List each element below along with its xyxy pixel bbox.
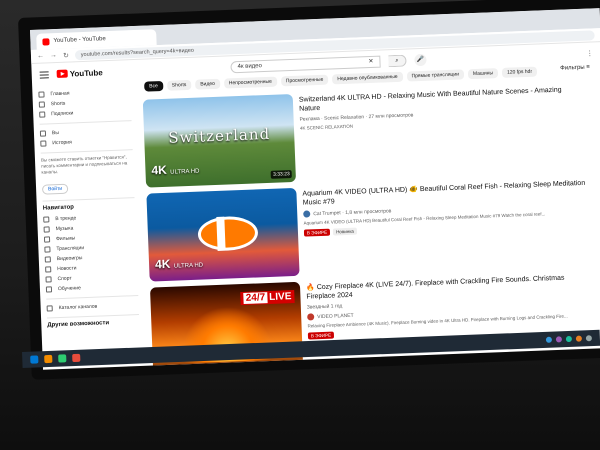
chip-all[interactable]: Все bbox=[144, 80, 164, 92]
header-right: ⋮ bbox=[586, 49, 593, 57]
signin-note: Вы сможете ставить отметки "Нравится", п… bbox=[40, 154, 128, 175]
youtube-play-icon bbox=[56, 69, 68, 79]
system-tray bbox=[545, 335, 593, 343]
reload-icon[interactable]: ↻ bbox=[63, 51, 69, 59]
music-icon bbox=[43, 226, 50, 233]
search-input[interactable]: 4к видео ✕ bbox=[230, 55, 381, 74]
chrome-icon[interactable] bbox=[72, 353, 81, 363]
chip-cars[interactable]: Машины bbox=[467, 68, 499, 80]
mic-icon[interactable]: 🎤 bbox=[414, 53, 427, 67]
start-icon[interactable] bbox=[30, 355, 39, 364]
more-icon[interactable]: ⋮ bbox=[586, 49, 593, 57]
avatar[interactable] bbox=[307, 313, 315, 321]
clear-icon[interactable]: ✕ bbox=[368, 57, 373, 67]
you-icon bbox=[39, 130, 47, 137]
video-row[interactable]: Switzerland 4K ULTRA HD 3:33:23 Switzerl… bbox=[142, 83, 586, 190]
clownfish-image bbox=[197, 215, 259, 252]
video-thumbnail[interactable]: 4K ULTRA HD bbox=[146, 187, 300, 282]
logo-text: YouTube bbox=[69, 67, 103, 79]
search-button[interactable]: ⌕ bbox=[388, 54, 407, 68]
avatar[interactable] bbox=[303, 210, 311, 218]
sidebar-item-learning[interactable]: Обучение bbox=[45, 281, 138, 295]
chip-live[interactable]: Прямые трансляции bbox=[406, 69, 465, 82]
add-icon bbox=[46, 305, 53, 312]
home-icon bbox=[38, 91, 45, 98]
section-title: Навигатор bbox=[42, 204, 75, 212]
shorts-icon bbox=[38, 101, 45, 108]
divider bbox=[47, 314, 140, 319]
chip-shorts[interactable]: Shorts bbox=[166, 79, 192, 91]
sidebar-item-subscriptions[interactable]: Подписки bbox=[39, 106, 131, 120]
divider bbox=[46, 295, 139, 300]
more-features-title: Другие возможности bbox=[47, 320, 110, 329]
browser-screen: YouTube - YouTube ← → ↻ youtube.com/resu… bbox=[30, 8, 600, 370]
history-icon bbox=[40, 140, 47, 147]
hamburger-menu-icon[interactable] bbox=[39, 70, 49, 79]
tray-icon[interactable] bbox=[575, 335, 583, 342]
youtube-logo[interactable]: YouTube bbox=[56, 67, 103, 79]
sidebar-item-history[interactable]: История bbox=[40, 135, 132, 149]
forward-icon[interactable]: → bbox=[50, 52, 57, 59]
sidebar: Главная Shorts Подписки Вы История Вы см… bbox=[32, 82, 147, 370]
live-badge: В ЭФИРЕ bbox=[303, 228, 331, 237]
youtube-favicon-icon bbox=[42, 37, 50, 46]
divider bbox=[42, 197, 135, 202]
chip-120fps[interactable]: 120 fps hdr bbox=[501, 66, 538, 78]
new-badge: Новинка bbox=[333, 227, 357, 236]
chip-recent[interactable]: Недавно опубликованные bbox=[332, 71, 403, 85]
thumbnail-title: Switzerland bbox=[167, 124, 271, 147]
trending-icon bbox=[43, 216, 50, 223]
app-icon[interactable] bbox=[58, 354, 67, 363]
sport-icon bbox=[45, 276, 52, 283]
thumbnail-live-badge: 24/7 LIVE bbox=[240, 290, 295, 306]
sidebar-item-channel-catalog[interactable]: Каталог каналов bbox=[46, 300, 139, 314]
firefox-icon[interactable] bbox=[44, 354, 53, 364]
tab-title: YouTube - YouTube bbox=[53, 36, 106, 45]
tray-icon[interactable] bbox=[555, 336, 563, 343]
games-icon bbox=[44, 256, 51, 263]
movies-icon bbox=[43, 236, 51, 243]
subscriptions-icon bbox=[39, 111, 46, 118]
tray-icon[interactable] bbox=[545, 336, 553, 343]
divider bbox=[40, 149, 133, 154]
back-icon[interactable]: ← bbox=[37, 52, 44, 59]
live-badge: В ЭФИРЕ bbox=[307, 331, 335, 340]
video-meta: Aquarium 4K VIDEO (ULTRA HD) 🐠 Beautiful… bbox=[302, 177, 589, 278]
divider bbox=[39, 120, 132, 125]
video-meta: Switzerland 4K ULTRA HD - Relaxing Music… bbox=[299, 83, 586, 184]
filters-button[interactable]: Фильтры ≡ bbox=[560, 65, 590, 72]
video-thumbnail[interactable]: Switzerland 4K ULTRA HD 3:33:23 bbox=[142, 93, 297, 188]
signin-button[interactable]: Войти bbox=[41, 183, 69, 195]
tray-icon[interactable] bbox=[585, 335, 593, 342]
video-row[interactable]: 4K ULTRA HD Aquarium 4K VIDEO (ULTRA HD)… bbox=[146, 177, 589, 284]
duration-badge: 3:33:23 bbox=[270, 170, 292, 179]
live-icon bbox=[44, 246, 51, 253]
tray-icon[interactable] bbox=[565, 335, 573, 343]
chip-watched[interactable]: Просмотренные bbox=[280, 74, 329, 87]
chip-unwatched[interactable]: Непросмотренные bbox=[223, 76, 278, 89]
news-icon bbox=[45, 266, 52, 273]
learning-icon bbox=[45, 286, 53, 293]
thumbnail-badge: 4K ULTRA HD bbox=[151, 162, 200, 178]
thumbnail-badge: 4K ULTRA HD bbox=[154, 256, 204, 272]
chip-videos[interactable]: Видео bbox=[195, 78, 221, 90]
